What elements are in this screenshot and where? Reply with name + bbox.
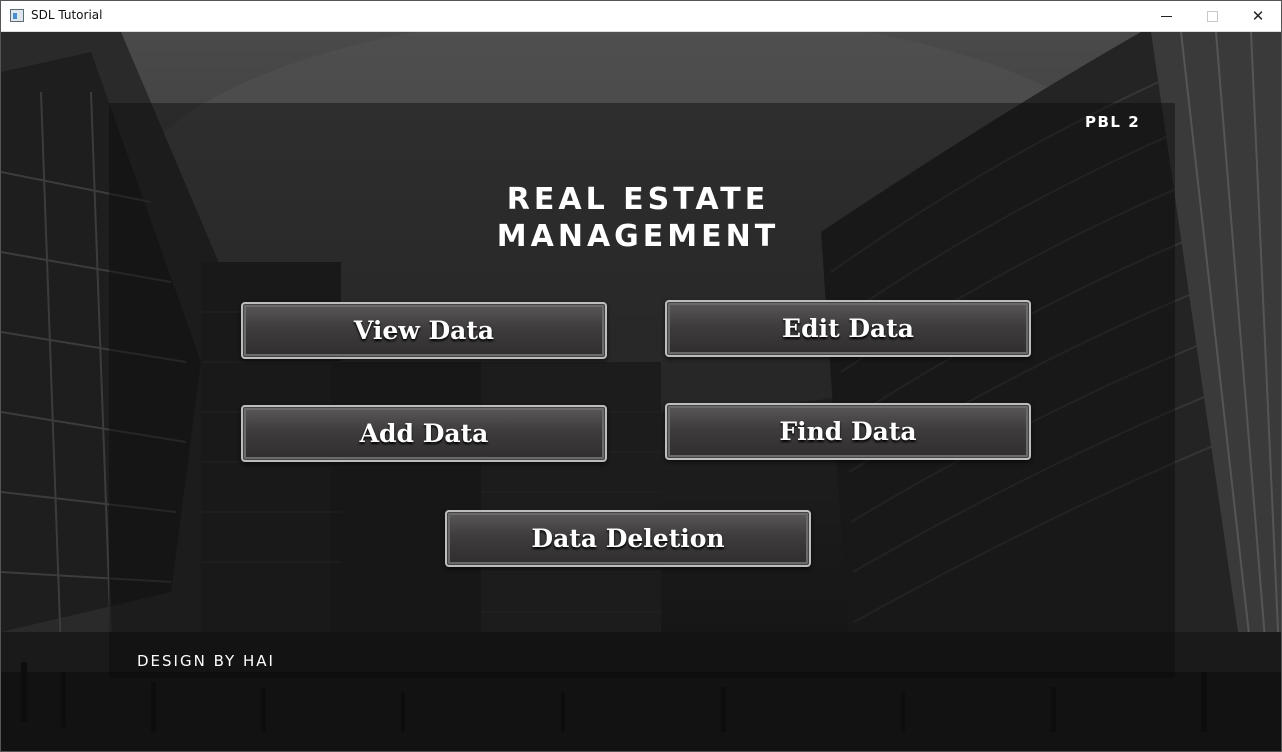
view-data-button[interactable]: View Data: [241, 302, 607, 359]
edit-data-label: Edit Data: [782, 314, 914, 343]
page-title-line-1: REAL ESTATE: [506, 182, 770, 217]
edit-data-button[interactable]: Edit Data: [665, 300, 1031, 357]
page-title-line-2: MANAGEMENT: [496, 219, 780, 254]
design-credit: DESIGN BY HAI: [137, 652, 275, 670]
maximize-icon[interactable]: [1189, 1, 1235, 31]
window-title: SDL Tutorial: [31, 8, 103, 22]
add-data-button[interactable]: Add Data: [241, 405, 607, 462]
background-scene: PBL 2 REAL ESTATE MANAGEMENT View Data E…: [1, 32, 1281, 751]
close-icon[interactable]: ✕: [1235, 1, 1281, 31]
minimize-icon[interactable]: [1143, 1, 1189, 31]
app-window: SDL Tutorial ✕ PBL 2 REAL ESTATE MANAGEM…: [0, 0, 1282, 752]
find-data-label: Find Data: [779, 417, 917, 446]
pbl-tag: PBL 2: [1085, 113, 1141, 131]
find-data-button[interactable]: Find Data: [665, 403, 1031, 460]
app-icon: [10, 9, 24, 22]
title-bar[interactable]: SDL Tutorial ✕: [1, 1, 1281, 32]
add-data-label: Add Data: [359, 419, 489, 448]
data-deletion-button[interactable]: Data Deletion: [445, 510, 811, 567]
view-data-label: View Data: [353, 316, 495, 345]
data-deletion-label: Data Deletion: [531, 524, 725, 553]
